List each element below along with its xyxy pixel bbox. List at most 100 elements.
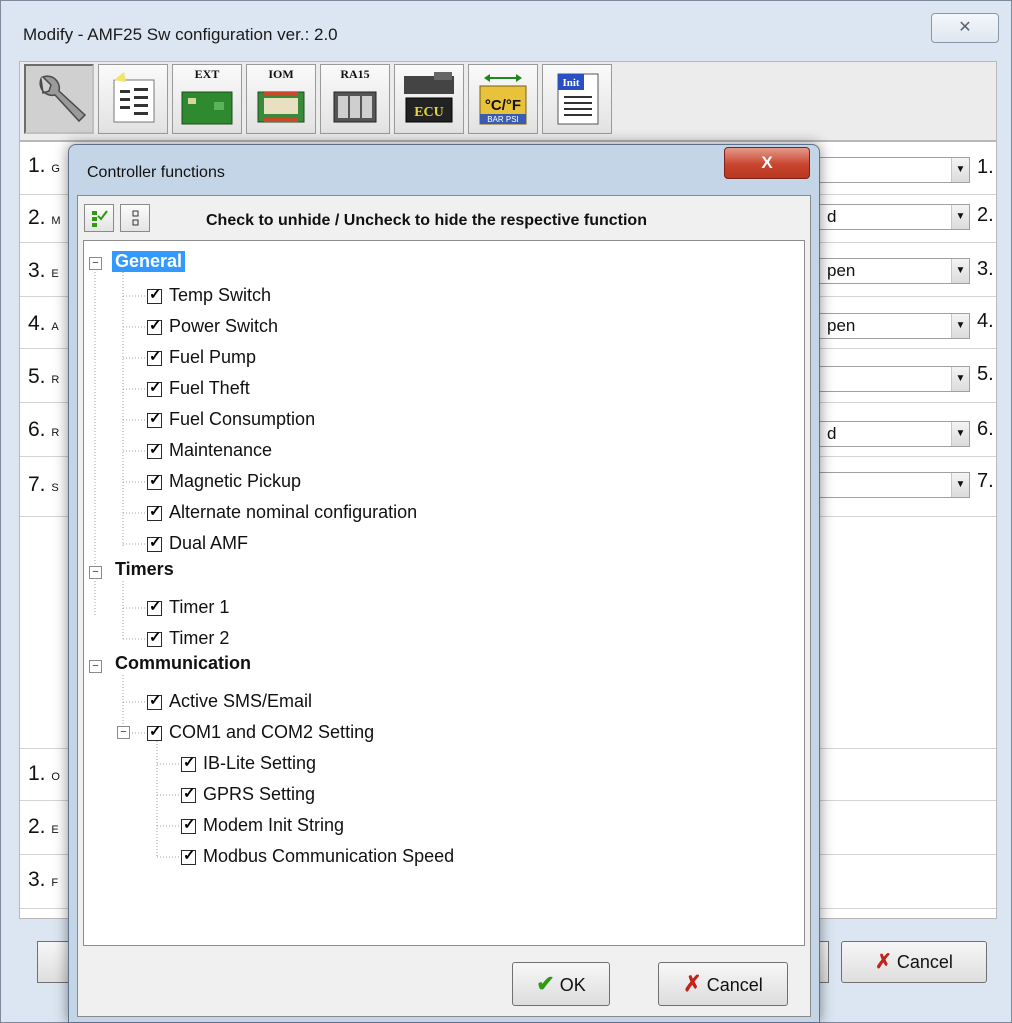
init-icon: Init	[557, 73, 599, 125]
check-icon: ✓	[149, 410, 162, 427]
ra15-module-button[interactable]: RA15	[320, 64, 390, 134]
tree-item-label: Power Switch	[169, 316, 279, 336]
wrench-tool-button[interactable]	[24, 64, 94, 134]
checkbox[interactable]: ✓	[147, 724, 162, 741]
dialog-footer: ✔ OK ✗ Cancel	[78, 952, 810, 1016]
checkbox[interactable]: ✓	[147, 318, 162, 335]
iom-module-button[interactable]: IOM	[246, 64, 316, 134]
tree-item-label: Timer 1	[169, 597, 230, 617]
row-number: 2. M	[28, 206, 61, 229]
units-button[interactable]: °C/°F BAR PSI	[468, 64, 538, 134]
checkbox[interactable]: ✓	[147, 348, 162, 366]
checkbox[interactable]: ✓	[147, 629, 162, 647]
svg-text:BAR PSI: BAR PSI	[487, 115, 519, 124]
check-icon: ✓	[149, 534, 162, 551]
checkbox[interactable]: ✓	[147, 380, 162, 397]
tree-item-label: Magnetic Pickup	[169, 471, 302, 491]
ra15-module-icon	[333, 91, 377, 123]
check-all-button[interactable]	[84, 204, 114, 232]
list-tool-button[interactable]	[98, 64, 168, 134]
check-icon: ✓	[149, 629, 162, 646]
check-icon: ✓	[149, 348, 162, 365]
cancel-label: Cancel	[706, 975, 763, 995]
ecu-icon: ECU	[404, 72, 454, 123]
dialog-title: Controller functions	[87, 164, 225, 181]
checkbox[interactable]: ✓	[181, 786, 196, 803]
check-icon: ✓	[149, 598, 162, 615]
row-number: 6. R	[28, 418, 60, 441]
tree-item-label: Temp Switch	[169, 285, 272, 305]
chevron-down-icon: ▼	[951, 259, 969, 283]
check-icon: ✓	[149, 503, 162, 520]
tree-item-label: Modbus Communication Speed	[203, 846, 455, 866]
collapse-com-toggle[interactable]: −	[117, 726, 130, 739]
list-icon	[113, 72, 155, 123]
row-right-number: 7.	[977, 470, 994, 492]
checkbox[interactable]: ✓	[181, 848, 196, 865]
tree-item-label: Maintenance	[169, 440, 273, 460]
cancel-button[interactable]: ✗ Cancel	[841, 941, 987, 983]
checkbox[interactable]: ✓	[181, 755, 196, 772]
row-combo[interactable]: pen ▼	[818, 313, 970, 339]
chevron-down-icon: ▼	[951, 473, 969, 497]
ok-button[interactable]: ✔ OK	[512, 962, 610, 1006]
row-combo[interactable]: ▼	[818, 157, 970, 183]
checkbox[interactable]: ✓	[147, 442, 162, 459]
row-right-number: 5.	[977, 363, 994, 385]
checkbox[interactable]: ✓	[147, 598, 162, 616]
collapse-communication-toggle[interactable]: −	[89, 660, 102, 673]
tree-item-label: COM1 and COM2 Setting	[169, 722, 375, 742]
row-number: 5. R	[28, 365, 60, 388]
group-timers[interactable]: Timers	[115, 559, 174, 580]
row-number: 1. O	[28, 762, 60, 785]
tree-item-label: Fuel Pump	[169, 347, 257, 367]
check-icon: ✓	[149, 472, 162, 489]
dialog-instruction: Check to unhide / Uncheck to hide the re…	[206, 212, 647, 229]
row-number: 4. A	[28, 312, 59, 335]
row-number: 1. G	[28, 154, 60, 177]
checkbox[interactable]: ✓	[147, 503, 162, 521]
ext-module-icon	[181, 91, 233, 125]
row-right-number: 4.	[977, 310, 994, 332]
init-button[interactable]: Init	[542, 64, 612, 134]
cancel-button[interactable]: ✗ Cancel	[658, 962, 788, 1006]
row-right-number: 2.	[977, 204, 994, 226]
row-right-number: 3.	[977, 258, 994, 280]
row-combo[interactable]: ▼	[818, 472, 970, 498]
tree-item-label: Dual AMF	[169, 533, 249, 553]
check-all-icon	[92, 210, 108, 227]
ext-module-button[interactable]: EXT	[172, 64, 242, 134]
row-combo[interactable]: ▼	[818, 366, 970, 392]
collapse-timers-toggle[interactable]: −	[89, 566, 102, 579]
row-combo[interactable]: d ▼	[818, 204, 970, 230]
checkbox[interactable]: ✓	[147, 472, 162, 490]
group-general[interactable]: General	[112, 251, 186, 272]
row-number: 7. S	[28, 473, 59, 496]
wrench-icon	[39, 75, 87, 123]
window-close-button[interactable]: ✕	[931, 13, 999, 43]
uncheck-all-button[interactable]	[120, 204, 150, 232]
close-icon: X	[761, 153, 773, 172]
row-combo[interactable]: d ▼	[818, 421, 970, 447]
checkbox[interactable]: ✓	[147, 286, 162, 304]
svg-text:Init: Init	[562, 77, 579, 89]
module-toolbar: EXT IOM RA15 ECU °C/°F BAR PSI Init	[19, 61, 997, 141]
iom-module-icon	[257, 91, 305, 123]
checkbox[interactable]: ✓	[147, 410, 162, 428]
close-icon: ✕	[958, 19, 972, 36]
dialog-close-button[interactable]: X	[724, 147, 810, 179]
checkbox[interactable]: ✓	[147, 534, 162, 552]
ecu-module-button[interactable]: ECU	[394, 64, 464, 134]
checkbox[interactable]: ✓	[147, 693, 162, 710]
group-communication[interactable]: Communication	[115, 653, 251, 674]
checkbox[interactable]: ✓	[181, 817, 196, 834]
controller-functions-dialog: Controller functions X Check to unhide /…	[68, 144, 820, 1023]
cancel-x-icon: ✗	[683, 971, 702, 996]
tree-item-label: Timer 2	[169, 628, 230, 648]
units-icon: °C/°F BAR PSI	[479, 74, 527, 125]
check-icon: ✓	[149, 286, 162, 303]
tree-item-label: GPRS Setting	[203, 784, 316, 804]
collapse-general-toggle[interactable]: −	[89, 257, 102, 270]
row-combo[interactable]: pen ▼	[818, 258, 970, 284]
row-number: 3. F	[28, 868, 59, 891]
